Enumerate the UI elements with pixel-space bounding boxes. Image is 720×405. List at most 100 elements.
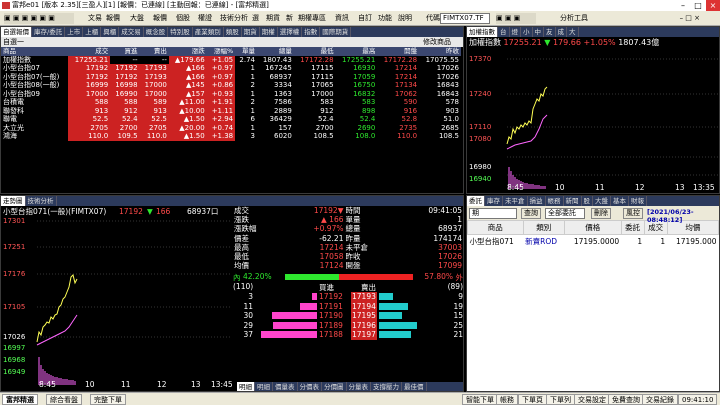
filter-select[interactable]: 全部委託 bbox=[545, 208, 585, 219]
tab[interactable]: 上櫃 bbox=[83, 27, 102, 37]
column-header[interactable]: 最高 bbox=[335, 47, 378, 56]
tab[interactable]: 庫存/委託 bbox=[32, 27, 66, 37]
tab[interactable]: 選擇權 bbox=[278, 27, 303, 37]
column-header[interactable]: 商品 bbox=[1, 47, 69, 56]
window-controls[interactable]: – □ × bbox=[600, 13, 700, 24]
status-button[interactable]: 下單列 bbox=[546, 394, 575, 405]
code-input[interactable]: FIMTX07.TF bbox=[440, 13, 490, 24]
tab[interactable]: 價量表 bbox=[273, 382, 298, 391]
orderbook-row[interactable]: 37 17188 17197 21 bbox=[233, 330, 463, 340]
status-button[interactable]: 交易紀錄 bbox=[642, 394, 678, 405]
menu-item[interactable]: 文易 bbox=[88, 13, 102, 24]
analysis-tools-menu[interactable]: 分析工具 bbox=[560, 13, 588, 24]
taskbar-item[interactable]: 富邦精選 bbox=[2, 394, 38, 405]
orderbook-row[interactable]: 29 17189 17196 25 bbox=[233, 320, 463, 331]
menu-item[interactable]: 個股 bbox=[176, 13, 190, 24]
risk-button[interactable]: 風控 bbox=[623, 208, 643, 219]
column-header[interactable]: 賣出 bbox=[139, 47, 169, 56]
status-button[interactable]: 下單頁 bbox=[518, 394, 547, 405]
menu-item[interactable]: 期貨 bbox=[266, 13, 280, 24]
tab[interactable]: 友 bbox=[544, 27, 556, 37]
menu-item[interactable]: 選 bbox=[252, 13, 259, 24]
tab[interactable]: 支撐壓力 bbox=[371, 382, 402, 391]
tab[interactable]: 小 bbox=[521, 27, 533, 37]
tab[interactable]: 國際期貨 bbox=[320, 27, 352, 37]
tab[interactable]: 期貨 bbox=[242, 27, 260, 37]
column-header[interactable]: 單量 bbox=[235, 47, 258, 56]
tab[interactable]: 基本 bbox=[611, 196, 629, 206]
tab[interactable]: 類股 bbox=[224, 27, 242, 37]
column-header[interactable]: 漲跌 bbox=[168, 47, 207, 56]
quote-row[interactable]: 小型台指09 17000 16990 17000 ▲157 +0.93 1 1363 17000… bbox=[1, 89, 461, 98]
column-header[interactable]: 成交 bbox=[68, 47, 111, 56]
tab[interactable]: 興櫃 bbox=[101, 27, 120, 37]
quote-row[interactable]: 聯發科 913 912 913 ▲10.00 +1.11 1 2889 912 898 916 903 bbox=[1, 106, 461, 115]
menu-item[interactable]: 說明 bbox=[398, 13, 412, 24]
futures-chart[interactable]: 17301 17251 17176 17105 17026 16997 1696… bbox=[1, 217, 231, 387]
taskbar-item[interactable]: 完整下單 bbox=[90, 394, 126, 405]
menu-item[interactable]: 權證 bbox=[198, 13, 212, 24]
order-row[interactable]: 小型台指071 新賣ROD 17195.0000 1 1 17195.000 bbox=[468, 235, 719, 249]
menu-item[interactable]: 資訊 bbox=[335, 13, 349, 24]
tab[interactable]: 損益 bbox=[528, 196, 546, 206]
tab[interactable]: 指數 bbox=[302, 27, 321, 37]
tab-detail[interactable]: 明細 bbox=[237, 382, 255, 391]
status-button[interactable]: 免費查詢 bbox=[608, 394, 644, 405]
edit-symbols-button[interactable]: 修改商品 bbox=[423, 37, 451, 47]
tab[interactable]: 大盤 bbox=[593, 196, 611, 206]
column-header[interactable]: 買進 bbox=[110, 47, 140, 56]
tab[interactable]: 分量表 bbox=[347, 382, 371, 391]
tab[interactable]: 台 bbox=[498, 27, 510, 37]
status-button[interactable]: 智能下單 bbox=[462, 394, 498, 405]
column-header[interactable]: 總量 bbox=[257, 47, 294, 56]
tab[interactable]: 帳務 bbox=[546, 196, 564, 206]
tab[interactable]: 概念股 bbox=[144, 27, 169, 37]
quote-row[interactable]: 小型台指07 17192 17192 17193 ▲166 +0.97 1 167245 171… bbox=[1, 64, 461, 73]
quote-row[interactable]: 大立光 2705 2700 2705 ▲20.00 +0.74 1 157 2700 2690 27… bbox=[1, 123, 461, 132]
status-button[interactable]: 交易設定 bbox=[574, 394, 610, 405]
orderbook-row[interactable]: 3 17192 17193 9 bbox=[233, 292, 463, 302]
taskbar-item[interactable]: 綜合看盤 bbox=[46, 394, 82, 405]
column-header[interactable]: 委託 bbox=[620, 220, 645, 235]
quote-row[interactable]: 聯電 52.5 52.4 52.5 ▲1.50 +2.94 6 36429 52.4 52.4 52… bbox=[1, 115, 461, 124]
quote-row[interactable]: 加權指數 17255.21 -- -- ▲179.66 +1.05 2.74 1807.43 1… bbox=[1, 55, 461, 64]
minimize-button[interactable]: – bbox=[676, 0, 690, 11]
toolbar-icons[interactable]: ▣ ▣ ▣ ▣ ▣ ▣ bbox=[4, 13, 74, 24]
quote-row[interactable]: 小型台指08(一般) 16999 16998 17000 ▲145 +0.86 2 3334 1… bbox=[1, 81, 461, 90]
tab-technical[interactable]: 技術分析 bbox=[26, 196, 57, 206]
tab[interactable]: 成交易 bbox=[119, 27, 144, 37]
tab-quote[interactable]: 自選報價 bbox=[1, 27, 32, 37]
quote-row[interactable]: 鴻海 110.0 109.5 110.0 ▲1.50 +1.38 3 6020 108.5 108… bbox=[1, 132, 461, 141]
tab[interactable]: 燈 bbox=[510, 27, 521, 37]
tab[interactable]: 未平倉 bbox=[503, 196, 528, 206]
group-name[interactable]: 自選一 bbox=[3, 37, 24, 47]
tab[interactable]: 分價表 bbox=[298, 382, 322, 391]
column-header[interactable]: 漲幅% bbox=[206, 47, 236, 56]
menu-item[interactable]: 大盤 bbox=[130, 13, 144, 24]
menu-item[interactable]: 報價 bbox=[153, 13, 167, 24]
status-button[interactable]: 帳務 bbox=[496, 394, 518, 405]
orderbook-row[interactable]: 30 17190 17195 15 bbox=[233, 311, 463, 321]
column-header[interactable]: 商品 bbox=[467, 220, 524, 235]
close-button[interactable]: × bbox=[706, 0, 720, 11]
menu-item[interactable]: 新 bbox=[286, 13, 293, 24]
tab[interactable]: 明細 bbox=[255, 382, 273, 391]
account-select[interactable]: 期 bbox=[469, 208, 517, 219]
delete-button[interactable]: 刪除 bbox=[591, 208, 611, 219]
tab-trend[interactable]: 走勢圖 bbox=[1, 196, 26, 206]
menu-item[interactable]: 報價 bbox=[106, 13, 120, 24]
tab[interactable]: 股 bbox=[582, 196, 593, 206]
quote-row[interactable]: 小型台指07(一般) 17192 17192 17193 ▲166 +0.97 1 68937… bbox=[1, 72, 461, 81]
query-button[interactable]: 查詢 bbox=[521, 208, 541, 219]
column-header[interactable]: 最低 bbox=[293, 47, 336, 56]
tab[interactable]: 中 bbox=[533, 27, 544, 37]
menu-item[interactable]: 技術分析 bbox=[220, 13, 248, 24]
tab[interactable]: 庫存 bbox=[485, 196, 503, 206]
tab[interactable]: 分價圖 bbox=[322, 382, 347, 391]
column-header[interactable]: 類別 bbox=[522, 220, 565, 235]
tab[interactable]: 期權 bbox=[260, 27, 278, 37]
menu-item[interactable]: 期權專區 bbox=[298, 13, 326, 24]
tab[interactable]: 新聞 bbox=[564, 196, 582, 206]
tab[interactable]: 產業類別 bbox=[193, 27, 224, 37]
tab[interactable]: 上市 bbox=[65, 27, 84, 37]
